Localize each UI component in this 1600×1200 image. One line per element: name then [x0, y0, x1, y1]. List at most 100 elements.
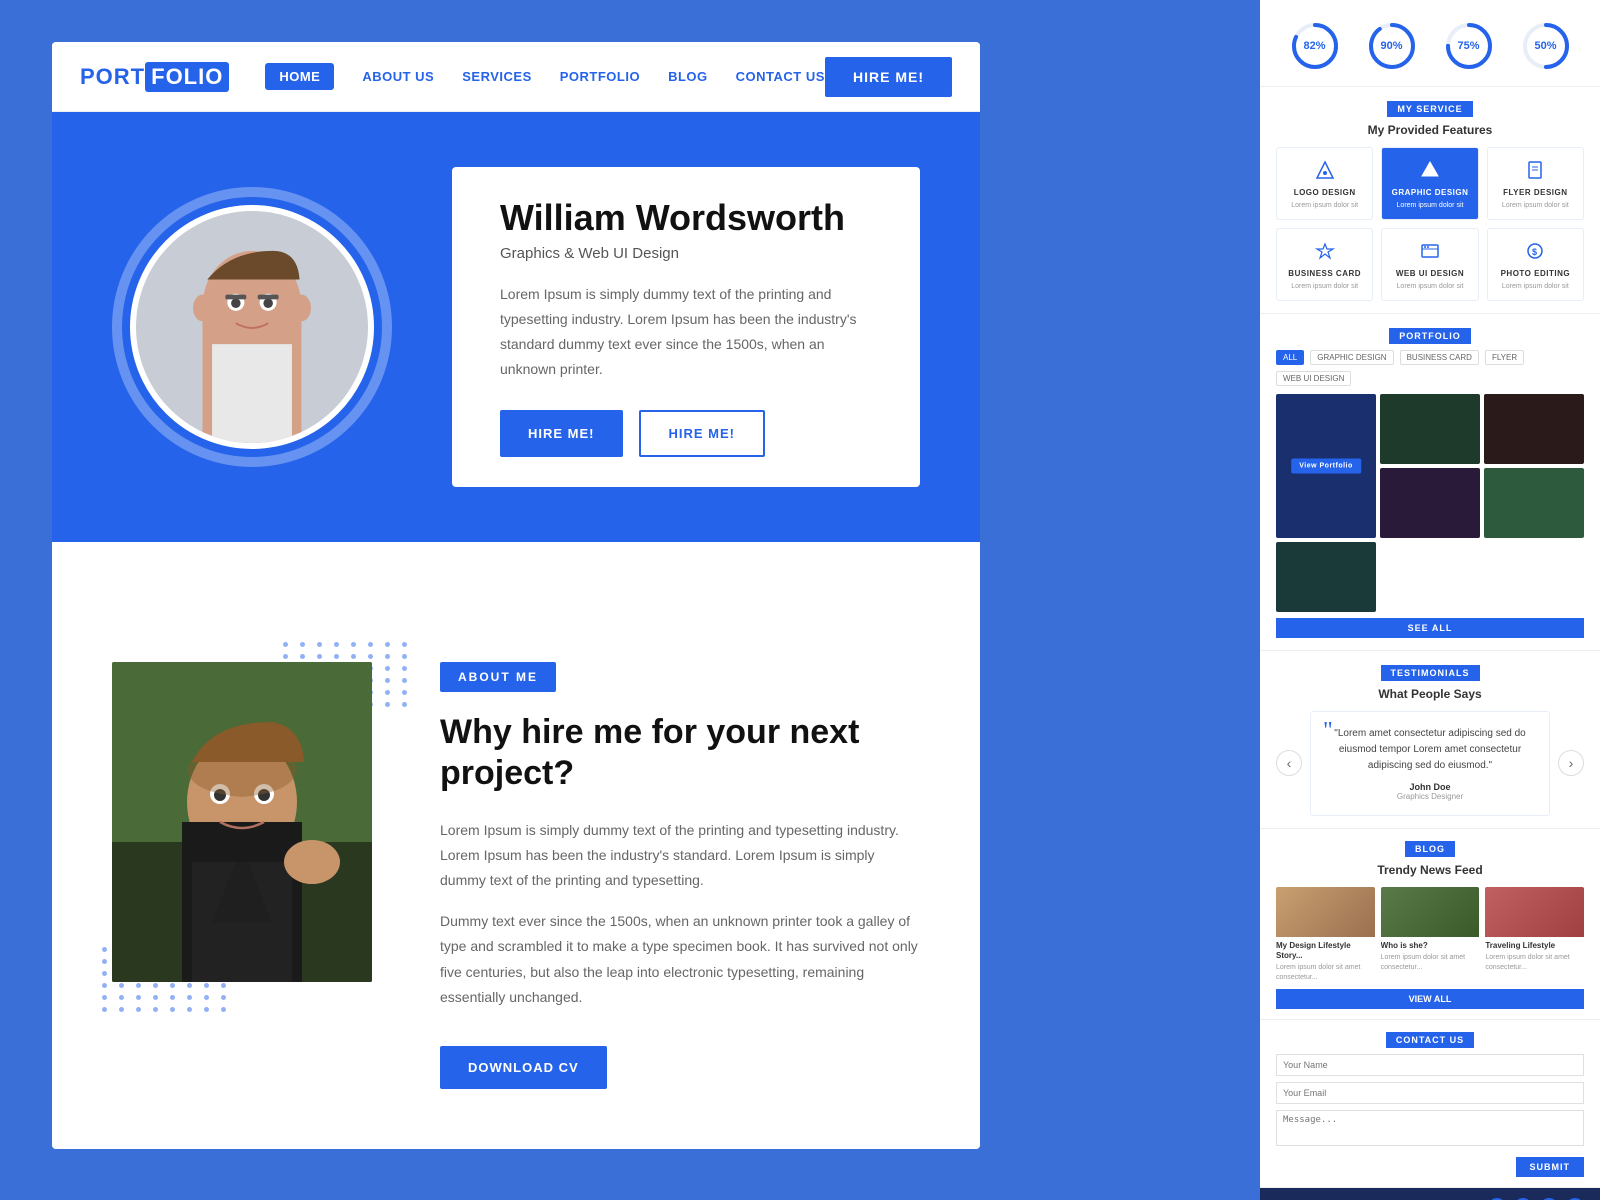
skill-label-2: 90% [1380, 40, 1402, 52]
hero-avatar [112, 187, 392, 467]
contact-name-input[interactable] [1276, 1054, 1584, 1076]
about-heading: Why hire me for your next project? [440, 712, 920, 794]
about-badge: ABOUT ME [440, 662, 556, 692]
skill-circle-4: 50% [1520, 20, 1572, 72]
view-all-blog-button[interactable]: VIEW ALL [1276, 989, 1584, 1009]
blog-card-2[interactable]: Who is she? Lorem ipsum dolor sit amet c… [1381, 887, 1480, 983]
testimonial-quote: "Lorem amet consectetur adipiscing sed d… [1323, 726, 1537, 774]
portfolio-grid: View Portfolio [1276, 394, 1584, 612]
about-photo [112, 662, 372, 982]
photo-editing-desc: Lorem ipsum dolor sit [1502, 282, 1569, 292]
hire-me-outline-button[interactable]: HIRE ME! [639, 410, 766, 457]
dot [402, 666, 407, 671]
contact-submit-button[interactable]: SUBMIT [1516, 1157, 1585, 1177]
dot [136, 983, 141, 988]
nav-blog[interactable]: BLOG [668, 69, 708, 84]
testimonial-navigation: ‹ " "Lorem amet consectetur adipiscing s… [1276, 711, 1584, 816]
filter-graphic[interactable]: GRAPHIC DESIGN [1310, 350, 1393, 365]
about-image-column [112, 662, 392, 982]
dot [119, 983, 124, 988]
hire-me-nav-button[interactable]: HIRE ME! [825, 57, 952, 97]
portfolio-item-sanders[interactable] [1380, 394, 1480, 464]
filter-flyer[interactable]: FLYER [1485, 350, 1524, 365]
contact-message-textarea[interactable] [1276, 1110, 1584, 1146]
navbar: PORTFOLIO HOME ABOUT US SERVICES PORTFOL… [52, 42, 980, 112]
service-graphic-design[interactable]: GRAPHIC DESIGN Lorem ipsum dolor sit [1381, 147, 1478, 220]
skills-section: 82% 90% 75% [1260, 0, 1600, 87]
testimonials-section: TESTIMONIALS What People Says ‹ " "Lorem… [1260, 651, 1600, 829]
blog-text-2: Lorem ipsum dolor sit amet consectetur..… [1381, 953, 1480, 973]
portfolio-item-soccer[interactable] [1484, 468, 1584, 538]
hero-section: William Wordsworth Graphics & Web UI Des… [52, 112, 980, 542]
blog-card-1[interactable]: My Design Lifestyle Story... Lorem ipsum… [1276, 887, 1375, 983]
service-business-card[interactable]: BUSINESS CARD Lorem ipsum dolor sit [1276, 228, 1373, 301]
download-cv-button[interactable]: DOWNLOAD CV [440, 1046, 607, 1089]
dot [317, 642, 322, 647]
blog-text-1: Lorem ipsum dolor sit amet consectetur..… [1276, 963, 1375, 983]
service-flyer-design[interactable]: FLYER DESIGN Lorem ipsum dolor sit [1487, 147, 1584, 220]
blog-badge: BLOG [1405, 841, 1455, 857]
nav-services[interactable]: SERVICES [462, 69, 532, 84]
dot [385, 654, 390, 659]
about-desc-1: Lorem Ipsum is simply dummy text of the … [440, 818, 920, 894]
blog-image-1 [1276, 887, 1375, 937]
blog-image-3 [1485, 887, 1584, 937]
logo-design-icon [1311, 156, 1339, 184]
dot [204, 995, 209, 1000]
portfolio-item-3[interactable] [1484, 394, 1584, 464]
graphic-design-label: GRAPHIC DESIGN [1392, 188, 1469, 197]
portfolio-item-knights[interactable] [1380, 468, 1480, 538]
skill-label-3: 75% [1457, 40, 1479, 52]
nav-portfolio[interactable]: PORTFOLIO [560, 69, 640, 84]
dot [119, 1007, 124, 1012]
filter-business[interactable]: BUSINESS CARD [1400, 350, 1479, 365]
view-portfolio-btn[interactable]: View Portfolio [1291, 458, 1361, 473]
portfolio-badge: PORTFOLIO [1389, 328, 1471, 344]
nav-about[interactable]: ABOUT US [362, 69, 434, 84]
filter-web[interactable]: WEB UI DESIGN [1276, 371, 1351, 386]
graphic-design-icon [1416, 156, 1444, 184]
dot [221, 983, 226, 988]
circle-wrap-2: 90% [1366, 20, 1418, 72]
blog-image-2 [1381, 887, 1480, 937]
blog-card-3[interactable]: Traveling Lifestyle Lorem ipsum dolor si… [1485, 887, 1584, 983]
dot [221, 995, 226, 1000]
contact-email-input[interactable] [1276, 1082, 1584, 1104]
dot [283, 642, 288, 647]
dot [102, 947, 107, 952]
portfolio-section: PORTFOLIO ALL GRAPHIC DESIGN BUSINESS CA… [1260, 314, 1600, 651]
blog-text-3: Lorem ipsum dolor sit amet consectetur..… [1485, 953, 1584, 973]
services-title: My Provided Features [1276, 123, 1584, 137]
nav-contact[interactable]: CONTACT US [736, 69, 825, 84]
circle-wrap-4: 50% [1520, 20, 1572, 72]
nav-home[interactable]: HOME [265, 63, 334, 90]
dot [300, 642, 305, 647]
flyer-design-label: FLYER DESIGN [1503, 188, 1567, 197]
testimonial-next-button[interactable]: › [1558, 750, 1584, 776]
blog-title-1: My Design Lifestyle Story... [1276, 941, 1375, 962]
white-spacer [52, 542, 980, 622]
blog-grid: My Design Lifestyle Story... Lorem ipsum… [1276, 887, 1584, 983]
see-all-button[interactable]: SEE ALL [1276, 618, 1584, 638]
portfolio-item-spellbound[interactable] [1276, 542, 1376, 612]
hero-subtitle: Graphics & Web UI Design [500, 245, 872, 262]
business-card-icon [1311, 237, 1339, 265]
service-web-ui[interactable]: WEB UI DESIGN Lorem ipsum dolor sit [1381, 228, 1478, 301]
testimonials-badge: TESTIMONIALS [1381, 665, 1480, 681]
contact-section: CONTACT US SUBMIT [1260, 1020, 1600, 1188]
testimonial-role: Graphics Designer [1323, 792, 1537, 801]
service-logo-design[interactable]: LOGO DESIGN Lorem ipsum dolor sit [1276, 147, 1373, 220]
hire-me-primary-button[interactable]: HIRE ME! [500, 410, 623, 457]
dot [136, 1007, 141, 1012]
blog-title-2: Who is she? [1381, 941, 1480, 951]
about-person-image [112, 662, 372, 982]
logo-design-label: LOGO DESIGN [1294, 188, 1356, 197]
service-photo-editing[interactable]: $ PHOTO EDITING Lorem ipsum dolor sit [1487, 228, 1584, 301]
dot [170, 983, 175, 988]
web-ui-desc: Lorem ipsum dolor sit [1397, 282, 1464, 292]
testimonial-prev-button[interactable]: ‹ [1276, 750, 1302, 776]
about-desc-2: Dummy text ever since the 1500s, when an… [440, 909, 920, 1010]
portfolio-item-cannawest[interactable]: View Portfolio [1276, 394, 1376, 538]
services-grid: LOGO DESIGN Lorem ipsum dolor sit GRAPHI… [1276, 147, 1584, 301]
filter-all[interactable]: ALL [1276, 350, 1304, 365]
